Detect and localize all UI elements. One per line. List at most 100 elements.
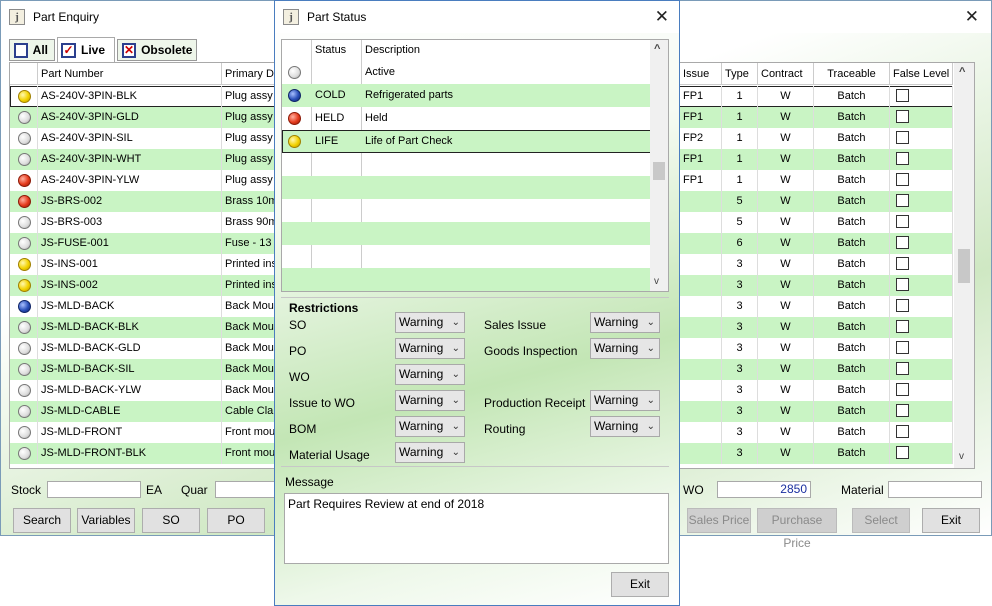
restriction-select[interactable]: Warning ⌄ xyxy=(395,390,465,411)
sales-price-button[interactable]: Sales Price xyxy=(687,508,751,533)
message-textarea[interactable]: Part Requires Review at end of 2018 xyxy=(284,493,669,564)
empty-status-row[interactable] xyxy=(282,245,651,268)
false-level-checkbox[interactable] xyxy=(896,131,909,144)
false-level-checkbox[interactable] xyxy=(896,194,909,207)
scroll-down-icon[interactable]: v xyxy=(959,451,964,462)
issue-cell xyxy=(680,380,722,401)
type-cell: 1 xyxy=(722,107,758,128)
status-list: Status Description Active COLD Refrigerate… xyxy=(281,39,669,292)
status-scroll-up-icon[interactable]: ^ xyxy=(654,43,660,55)
scroll-thumb[interactable] xyxy=(958,249,970,283)
traceable-cell: Batch xyxy=(814,191,890,212)
status-col-header[interactable] xyxy=(10,63,38,85)
tab-all[interactable]: All xyxy=(9,39,55,61)
restriction-select[interactable]: Warning ⌄ xyxy=(590,338,660,359)
status-scroll-down-icon[interactable]: v xyxy=(654,276,659,287)
status-list-scrollbar[interactable]: ^ v xyxy=(650,40,668,291)
dialog-exit-button[interactable]: Exit xyxy=(611,572,669,597)
empty-status-row[interactable] xyxy=(282,199,651,222)
false-level-checkbox[interactable] xyxy=(896,257,909,270)
primary-desc-cell: Brass 90m xyxy=(222,212,282,233)
quar-field[interactable] xyxy=(215,481,275,498)
restriction-value: Warning xyxy=(399,393,444,407)
restriction-value: Warning xyxy=(399,445,444,459)
restriction-select[interactable]: Warning ⌄ xyxy=(590,390,660,411)
traceable-header[interactable]: Traceable xyxy=(814,63,890,85)
primary-desc-cell: Cable Clan xyxy=(222,401,282,422)
dialog-close-icon[interactable]: ✕ xyxy=(655,7,669,27)
tab-live[interactable]: ✓ Live xyxy=(57,37,115,62)
false-level-header[interactable]: False Level xyxy=(890,63,953,85)
restriction-select[interactable]: Warning ⌄ xyxy=(590,416,660,437)
status-col-header[interactable]: Status xyxy=(315,44,346,56)
empty-status-row[interactable] xyxy=(282,268,651,291)
restriction-select[interactable]: Warning ⌄ xyxy=(395,416,465,437)
part-status-titlebar[interactable]: j Part Status ✕ xyxy=(275,1,679,33)
false-level-checkbox[interactable] xyxy=(896,152,909,165)
part-status-dialog: j Part Status ✕ Status Description Activ… xyxy=(274,0,680,606)
empty-status-row[interactable] xyxy=(282,222,651,245)
type-cell: 1 xyxy=(722,170,758,191)
search-button[interactable]: Search xyxy=(13,508,71,533)
status-scroll-thumb[interactable] xyxy=(653,162,665,180)
tab-obsolete[interactable]: ✕ Obsolete xyxy=(117,39,197,61)
false-level-cell xyxy=(890,212,953,233)
restriction-select[interactable]: Warning ⌄ xyxy=(395,338,465,359)
chevron-down-icon: ⌄ xyxy=(451,421,460,432)
empty-status-row[interactable] xyxy=(282,176,651,199)
status-cell xyxy=(10,254,38,275)
purchase-price-button[interactable]: Purchase Price xyxy=(757,508,837,550)
restriction-select[interactable]: Warning ⌄ xyxy=(395,442,465,463)
false-level-checkbox[interactable] xyxy=(896,425,909,438)
traceable-cell: Batch xyxy=(814,86,890,107)
grey-status-dot-icon xyxy=(18,111,31,124)
type-header[interactable]: Type xyxy=(722,63,758,85)
select-button[interactable]: Select xyxy=(852,508,910,533)
contract-header[interactable]: Contract xyxy=(758,63,814,85)
false-level-checkbox[interactable] xyxy=(896,299,909,312)
contract-cell: W xyxy=(758,170,814,191)
false-level-checkbox[interactable] xyxy=(896,278,909,291)
restriction-select[interactable]: Warning ⌄ xyxy=(590,312,660,333)
yellow-status-dot-icon xyxy=(18,90,31,103)
status-code-cell: HELD xyxy=(315,112,345,124)
primary-desc-header[interactable]: Primary De xyxy=(222,63,282,85)
false-level-checkbox[interactable] xyxy=(896,341,909,354)
false-level-checkbox[interactable] xyxy=(896,404,909,417)
false-level-checkbox[interactable] xyxy=(896,383,909,396)
description-col-header[interactable]: Description xyxy=(365,44,420,56)
grid-scrollbar[interactable]: ^ v xyxy=(954,63,974,468)
restriction-select[interactable]: Warning ⌄ xyxy=(395,364,465,385)
false-level-checkbox[interactable] xyxy=(896,236,909,249)
issue-header[interactable]: Issue xyxy=(680,63,722,85)
false-level-checkbox[interactable] xyxy=(896,215,909,228)
empty-status-row[interactable] xyxy=(282,153,651,176)
type-cell: 3 xyxy=(722,380,758,401)
po-button[interactable]: PO xyxy=(207,508,265,533)
wo-field[interactable]: 2850 xyxy=(717,481,811,498)
false-level-checkbox[interactable] xyxy=(896,173,909,186)
status-row[interactable]: HELD Held xyxy=(282,107,651,130)
exit-button[interactable]: Exit xyxy=(922,508,980,533)
material-field[interactable] xyxy=(888,481,982,498)
contract-cell: W xyxy=(758,296,814,317)
stock-field[interactable] xyxy=(47,481,141,498)
part-number-header[interactable]: Part Number xyxy=(38,63,222,85)
contract-cell: W xyxy=(758,338,814,359)
restriction-select[interactable]: Warning ⌄ xyxy=(395,312,465,333)
false-level-checkbox[interactable] xyxy=(896,320,909,333)
status-row[interactable]: LIFE Life of Part Check xyxy=(282,130,651,153)
false-level-checkbox[interactable] xyxy=(896,362,909,375)
close-icon[interactable]: ✕ xyxy=(965,7,979,27)
variables-button[interactable]: Variables xyxy=(77,508,135,533)
status-row[interactable]: COLD Refrigerated parts xyxy=(282,84,651,107)
status-row[interactable]: Active xyxy=(282,61,651,84)
scroll-up-icon[interactable]: ^ xyxy=(959,67,965,78)
primary-desc-cell: Back Moul xyxy=(222,380,282,401)
false-level-checkbox[interactable] xyxy=(896,89,909,102)
tab-all-label: All xyxy=(32,43,48,57)
grey-status-dot-icon xyxy=(18,132,31,145)
false-level-checkbox[interactable] xyxy=(896,446,909,459)
so-button[interactable]: SO xyxy=(142,508,200,533)
false-level-checkbox[interactable] xyxy=(896,110,909,123)
